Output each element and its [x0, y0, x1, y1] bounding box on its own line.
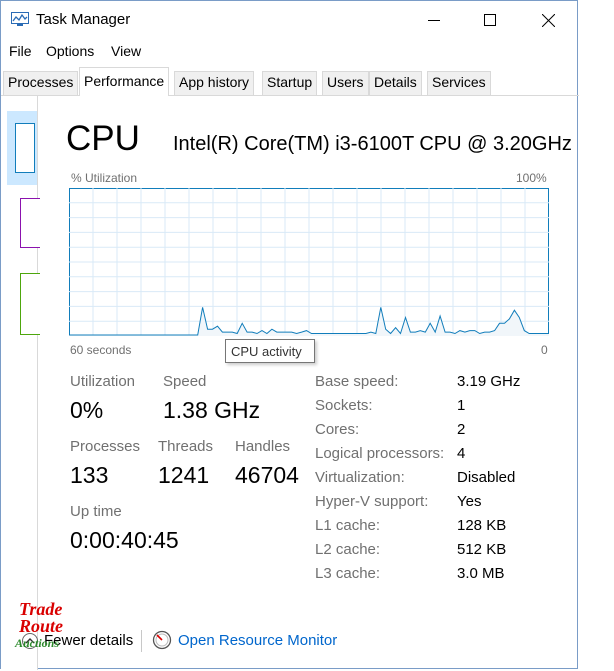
- x-axis-right-label: 0: [541, 343, 548, 357]
- window-title: Task Manager: [36, 11, 131, 28]
- cores-value: 2: [457, 421, 466, 438]
- utilization-label: Utilization: [70, 373, 136, 390]
- cpu-activity-tooltip: CPU activity: [225, 339, 315, 363]
- handles-value: 46704: [235, 462, 299, 488]
- base-speed-label: Base speed:: [315, 373, 399, 390]
- watermark-line-2: Route: [19, 616, 64, 636]
- performance-sidebar: [1, 96, 40, 670]
- page-title: CPU: [66, 119, 140, 158]
- x-axis-left-label: 60 seconds: [70, 343, 132, 357]
- processes-label: Processes: [70, 438, 141, 455]
- sidebar-item-disk[interactable]: [7, 263, 40, 337]
- close-icon: [541, 13, 555, 27]
- base-speed-value: 3.19 GHz: [457, 373, 521, 390]
- sidebar-item-memory[interactable]: [7, 188, 40, 262]
- l2-cache-label: L2 cache:: [315, 541, 381, 558]
- menu-options[interactable]: Options: [46, 43, 94, 59]
- task-manager-window: Task Manager File Options View Processes…: [0, 0, 579, 670]
- cores-label: Cores:: [315, 421, 360, 438]
- speed-value: 1.38 GHz: [163, 397, 261, 423]
- title-bar[interactable]: Task Manager: [1, 1, 579, 39]
- maximize-icon: [484, 14, 496, 26]
- virtualization-value: Disabled: [457, 469, 516, 486]
- tab-performance[interactable]: Performance: [79, 67, 170, 96]
- processes-value: 133: [70, 462, 109, 488]
- logical-processors-value: 4: [457, 445, 466, 462]
- l1-cache-value: 128 KB: [457, 517, 507, 534]
- y-max-label: 100%: [516, 171, 547, 185]
- virtualization-label: Virtualization:: [315, 469, 405, 486]
- sockets-value: 1: [457, 397, 466, 414]
- cpu-thumbnail-graph: [15, 123, 35, 173]
- tab-services[interactable]: Services: [427, 71, 491, 95]
- threads-value: 1241: [158, 462, 210, 488]
- memory-thumbnail-graph: [20, 198, 40, 248]
- task-manager-app-icon: [11, 12, 29, 26]
- speed-label: Speed: [163, 373, 207, 390]
- cpu-model-name: Intel(R) Core(TM) i3-6100T CPU @ 3.20GHz: [173, 133, 572, 155]
- hyper-v-value: Yes: [457, 493, 482, 510]
- l3-cache-value: 3.0 MB: [457, 565, 505, 582]
- tab-processes[interactable]: Processes: [3, 71, 79, 95]
- menu-file[interactable]: File: [9, 43, 32, 59]
- menu-view[interactable]: View: [111, 43, 141, 59]
- hyper-v-label: Hyper-V support:: [315, 493, 429, 510]
- logical-processors-label: Logical processors:: [315, 445, 445, 462]
- handles-label: Handles: [235, 438, 291, 455]
- tab-users[interactable]: Users: [322, 71, 369, 95]
- threads-label: Threads: [158, 438, 214, 455]
- footer-divider: [141, 630, 142, 652]
- l1-cache-label: L1 cache:: [315, 517, 381, 534]
- close-button[interactable]: [519, 1, 577, 39]
- menu-bar: File Options View: [1, 39, 579, 63]
- sockets-label: Sockets:: [315, 397, 373, 414]
- tab-app-history[interactable]: App history: [174, 71, 255, 95]
- minimize-button[interactable]: [405, 1, 463, 39]
- disk-thumbnail-graph: [20, 273, 40, 335]
- sidebar-item-cpu[interactable]: [7, 111, 37, 185]
- open-resource-monitor-link[interactable]: Open Resource Monitor: [178, 632, 337, 649]
- minimize-icon: [428, 20, 440, 21]
- trade-route-auctions-watermark: Trade Route Auctions: [13, 599, 71, 657]
- cpu-utilization-graph[interactable]: [69, 188, 549, 336]
- uptime-value: 0:00:40:45: [70, 527, 179, 553]
- watermark-line-3: Auctions: [15, 636, 60, 650]
- resource-monitor-icon[interactable]: [152, 630, 172, 650]
- y-axis-label: % Utilization: [71, 171, 138, 185]
- graph-gridlines: [69, 188, 549, 336]
- l3-cache-label: L3 cache:: [315, 565, 381, 582]
- utilization-value: 0%: [70, 397, 104, 423]
- uptime-label: Up time: [70, 503, 122, 520]
- l2-cache-value: 512 KB: [457, 541, 507, 558]
- tab-details[interactable]: Details: [369, 71, 422, 95]
- tab-startup[interactable]: Startup: [262, 71, 318, 95]
- tab-bar: Processes Performance App history Startu…: [1, 67, 579, 96]
- maximize-button[interactable]: [461, 1, 519, 39]
